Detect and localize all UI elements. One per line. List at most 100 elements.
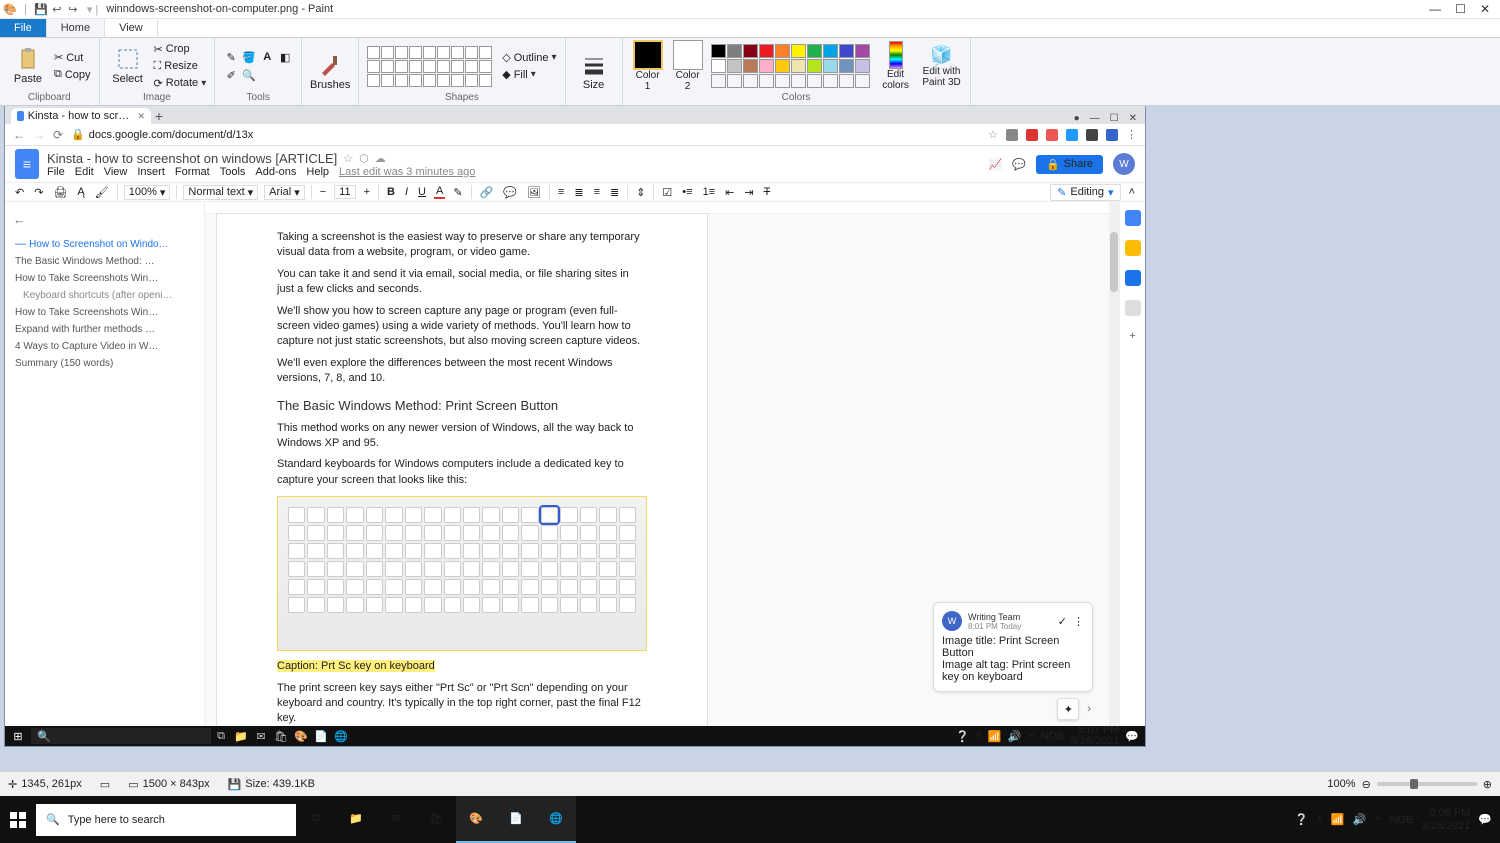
shape-fill-button[interactable]: ◆Fill ▾ — [502, 67, 556, 82]
align-right-icon[interactable]: ≡ — [592, 186, 602, 198]
browser-close-button[interactable]: ✕ — [1129, 113, 1137, 124]
forward-icon[interactable]: → — [33, 128, 45, 142]
checklist-icon[interactable]: ☑ — [660, 186, 674, 199]
url-field[interactable]: 🔒 docs.google.com/document/d/13x — [71, 128, 253, 141]
help-icon[interactable]: ❔ — [1295, 813, 1309, 826]
brushes-button[interactable]: Brushes — [310, 53, 350, 91]
clear-format-icon[interactable]: T — [762, 186, 773, 198]
align-justify-icon[interactable]: ≣ — [608, 186, 621, 199]
cloud-icon[interactable]: ☁ — [375, 152, 386, 165]
fill-tool[interactable]: 🪣 — [241, 49, 257, 65]
reload-icon[interactable]: ⟳ — [53, 128, 63, 142]
chrome-icon[interactable]: 🌐 — [536, 796, 576, 843]
store-icon[interactable]: 🛍 — [416, 796, 456, 843]
move-doc-icon[interactable]: ⬡ — [359, 152, 369, 165]
line-spacing-icon[interactable]: ⇕ — [634, 186, 647, 199]
chevron-up-icon[interactable]: ˄ — [1316, 814, 1322, 826]
link-icon[interactable]: 🔗 — [478, 186, 496, 199]
color-swatch[interactable] — [711, 59, 726, 73]
outline-item[interactable]: How to Take Screenshots Win… — [13, 270, 196, 287]
color-swatch[interactable] — [791, 44, 806, 58]
style-select[interactable]: Normal text▾ — [183, 185, 258, 200]
zoom-out-button[interactable]: ⊖ — [1362, 778, 1371, 791]
scrollbar[interactable] — [1109, 202, 1119, 726]
inner-lang-indicator[interactable]: NOB — [1041, 730, 1065, 742]
menu-file[interactable]: File — [47, 166, 65, 178]
extension-icon[interactable] — [1026, 129, 1038, 141]
mode-select[interactable]: ✎Editing ▾ — [1050, 184, 1120, 201]
inner-chevron-up-icon[interactable]: ˄ — [975, 730, 981, 742]
color-swatch[interactable] — [823, 59, 838, 73]
tab-view[interactable]: View — [105, 19, 158, 37]
collapse-toolbar-icon[interactable]: ˄ — [1127, 186, 1137, 198]
browser-minimize-button[interactable]: — — [1090, 113, 1100, 124]
rotate-button[interactable]: ⟳Rotate ▾ — [154, 76, 207, 91]
resolve-icon[interactable]: ✓ — [1058, 615, 1067, 628]
star-icon[interactable]: ☆ — [988, 128, 998, 141]
eraser-tool[interactable]: ◧ — [277, 49, 293, 65]
highlight-button[interactable]: ✎ — [451, 186, 464, 199]
start-button[interactable] — [0, 796, 36, 843]
resize-button[interactable]: ⛶Resize — [154, 59, 207, 74]
browser-tab[interactable]: Kinsta - how to screenshot on w ✕ — [11, 108, 151, 124]
size-increase-button[interactable]: + — [362, 186, 372, 198]
zoom-select[interactable]: 100%▾ — [124, 185, 171, 200]
extension-icon[interactable] — [1006, 129, 1018, 141]
canvas-area[interactable]: Kinsta - how to screenshot on w ✕ + ● — … — [0, 106, 1500, 771]
color-swatch[interactable] — [807, 44, 822, 58]
paint-format-icon[interactable]: 🖌 — [93, 186, 111, 199]
text-color-button[interactable]: A — [434, 185, 445, 199]
menu-tools[interactable]: Tools — [220, 166, 246, 178]
image-insert-icon[interactable]: 🖼 — [525, 186, 543, 199]
inner-paint-icon[interactable]: 🎨 — [291, 728, 311, 744]
outline-item[interactable]: Keyboard shortcuts (after openi… — [13, 287, 196, 304]
color-swatch[interactable] — [839, 44, 854, 58]
system-clock[interactable]: 8:08 PM 3/26/2021 — [1421, 807, 1470, 831]
font-size-field[interactable]: 11 — [334, 185, 355, 199]
color-swatch[interactable] — [791, 59, 806, 73]
notepad-icon[interactable]: 📄 — [496, 796, 536, 843]
next-comment-icon[interactable]: › — [1087, 698, 1091, 720]
volume-icon[interactable]: 🔊 — [1352, 813, 1366, 826]
extension-icon[interactable] — [1106, 129, 1118, 141]
comment-card[interactable]: W Writing Team 8:01 PM Today ✓ ⋮ Image t… — [933, 602, 1093, 692]
tab-home[interactable]: Home — [47, 19, 105, 37]
zoom-slider[interactable] — [1377, 782, 1477, 786]
inner-start-button[interactable]: ⊞ — [5, 730, 31, 743]
color-swatch[interactable] — [775, 44, 790, 58]
redo-icon[interactable]: ↷ — [32, 186, 45, 199]
color-swatch[interactable] — [727, 59, 742, 73]
color-swatch[interactable] — [711, 44, 726, 58]
indent-icon[interactable]: ⇥ — [742, 186, 755, 199]
contacts-addon-icon[interactable] — [1125, 300, 1141, 316]
new-tab-button[interactable]: + — [151, 108, 167, 124]
menu-addons[interactable]: Add-ons — [255, 166, 296, 178]
notifications-icon[interactable]: 💬 — [1478, 813, 1492, 826]
paste-button[interactable]: Paste — [8, 47, 48, 85]
docs-logo-icon[interactable]: ≡ — [15, 149, 39, 179]
zoom-in-button[interactable]: ⊕ — [1483, 778, 1492, 791]
mail-icon[interactable]: ✉ — [376, 796, 416, 843]
inner-mail-icon[interactable]: ✉ — [251, 728, 271, 744]
color-swatch[interactable] — [759, 44, 774, 58]
explore-button[interactable]: ✦ — [1057, 698, 1079, 720]
ruler[interactable] — [205, 202, 1119, 214]
battery-icon[interactable]: 🗲 — [1374, 813, 1381, 826]
maximize-button[interactable]: ☐ — [1455, 2, 1466, 16]
task-view-button[interactable]: ⧉ — [296, 796, 336, 843]
paint-taskbar-icon[interactable]: 🎨 — [456, 796, 496, 843]
outline-item[interactable]: Summary (150 words) — [13, 355, 196, 372]
color-swatch[interactable] — [839, 59, 854, 73]
numbered-icon[interactable]: 1≡ — [701, 186, 718, 198]
outdent-icon[interactable]: ⇤ — [723, 186, 736, 199]
edit-colors-button[interactable]: Edit colors — [876, 41, 916, 91]
star-doc-icon[interactable]: ☆ — [343, 152, 353, 165]
tasks-addon-icon[interactable] — [1125, 270, 1141, 286]
undo-icon[interactable]: ↩ — [51, 3, 63, 15]
palette-row-1[interactable] — [711, 44, 870, 58]
spellcheck-icon[interactable]: Ą — [75, 186, 86, 198]
align-center-icon[interactable]: ≣ — [572, 186, 585, 199]
wifi-icon[interactable]: 📶 — [1331, 813, 1345, 826]
menu-format[interactable]: Format — [175, 166, 210, 178]
shapes-gallery[interactable] — [367, 46, 492, 87]
